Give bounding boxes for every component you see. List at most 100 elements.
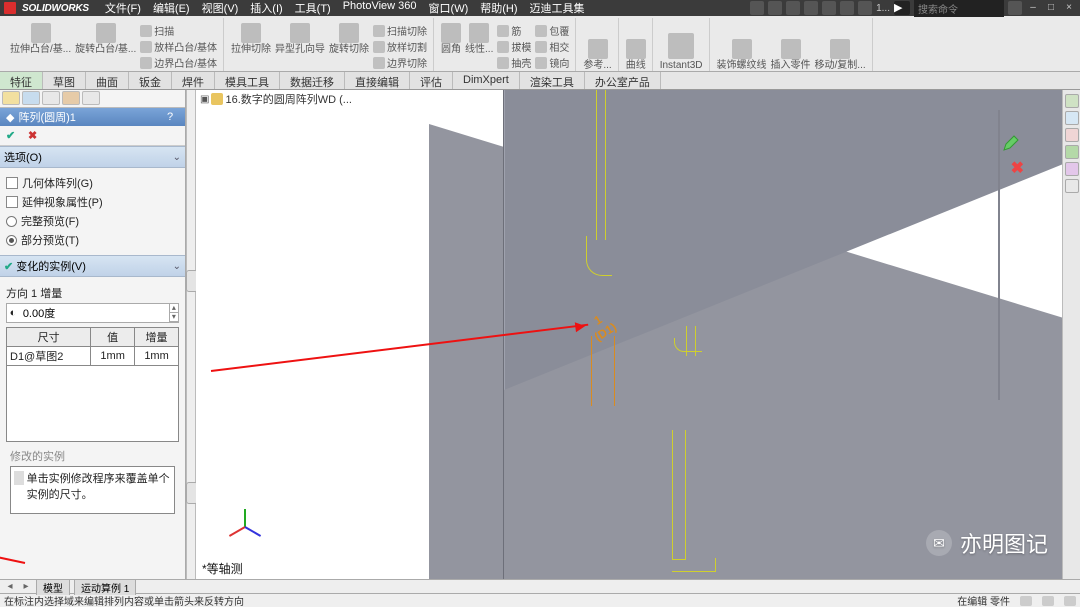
menu-help[interactable]: 帮助(H)	[476, 0, 521, 16]
tab-weldments[interactable]: 焊件	[172, 72, 215, 89]
full-preview-radio[interactable]	[6, 216, 17, 227]
tab-dimxpert[interactable]: DimXpert	[453, 72, 520, 89]
taskpane-library-icon[interactable]	[1065, 111, 1079, 125]
menu-tools[interactable]: 工具(T)	[291, 0, 335, 16]
pm-help-icon[interactable]: ?	[167, 111, 179, 123]
qat-save-icon[interactable]	[786, 1, 800, 15]
linear-pattern-icon[interactable]	[469, 23, 489, 43]
loft-button[interactable]: 放样凸台/基体	[140, 39, 217, 54]
menu-window[interactable]: 窗口(W)	[425, 0, 473, 16]
qat-open-icon[interactable]	[768, 1, 782, 15]
instant3d-icon[interactable]	[668, 33, 694, 59]
window-restore-icon[interactable]: □	[1044, 2, 1058, 14]
menu-file[interactable]: 文件(F)	[101, 0, 145, 16]
geom-pattern-checkbox[interactable]	[6, 177, 18, 189]
search-scope-icon[interactable]: ▶	[894, 1, 910, 15]
qat-new-icon[interactable]	[750, 1, 764, 15]
wrap-button[interactable]: 包覆	[535, 23, 569, 38]
mirror-button[interactable]: 镜向	[535, 55, 569, 70]
tab-sketch[interactable]: 草图	[43, 72, 86, 89]
boundary-cut-button[interactable]: 边界切除	[373, 55, 427, 70]
tab-features[interactable]: 特征	[0, 72, 43, 89]
cosmetic-thread-icon[interactable]	[732, 39, 752, 59]
dim-inc-cell[interactable]: 1mm	[135, 347, 179, 366]
draft-button[interactable]: 拔模	[497, 39, 531, 54]
feature-manager-panel: ◆阵列(圆周)1 ? ✔ ✖ 选项(O) ⌄ 几何体阵列(G) 延伸视象属性(P…	[0, 90, 186, 579]
window-close-icon[interactable]: ×	[1062, 2, 1076, 14]
tab-directedit[interactable]: 直接编辑	[345, 72, 410, 89]
sweep-cut-button[interactable]: 扫描切除	[373, 23, 427, 38]
qat-print-icon[interactable]	[804, 1, 818, 15]
qat-options-icon[interactable]	[858, 1, 872, 15]
cancel-button[interactable]: ✖	[28, 129, 42, 143]
curves-icon[interactable]	[626, 39, 646, 59]
qat-undo-icon[interactable]	[822, 1, 836, 15]
loft-cut-button[interactable]: 放样切割	[373, 39, 427, 54]
partial-preview-radio[interactable]	[6, 235, 17, 246]
qat-rebuild-icon[interactable]	[840, 1, 854, 15]
spin-down-icon[interactable]: ▾	[169, 313, 178, 322]
angle-increment-input[interactable]: ◐ ▴▾	[6, 303, 179, 323]
triad-y-axis	[244, 509, 246, 527]
menu-photoview[interactable]: PhotoView 360	[339, 0, 421, 16]
tab-office[interactable]: 办公室产品	[585, 72, 661, 89]
exit-edit-icon[interactable]: ✖	[1011, 158, 1024, 178]
tab-scroll-left-icon[interactable]: ◂	[4, 581, 16, 592]
options-section-header[interactable]: 选项(O) ⌄	[0, 146, 185, 168]
menu-maidi[interactable]: 迈迪工具集	[526, 0, 589, 16]
extrude-boss-icon[interactable]	[31, 23, 51, 43]
taskpane-properties-icon[interactable]	[1065, 179, 1079, 193]
menu-insert[interactable]: 插入(I)	[246, 0, 286, 16]
dimxpert-manager-tab-icon[interactable]	[62, 91, 80, 105]
tab-render[interactable]: 渲染工具	[520, 72, 585, 89]
collapse-icon: ⌄	[173, 152, 181, 163]
taskpane-resources-icon[interactable]	[1065, 94, 1079, 108]
intersect-button[interactable]: 相交	[535, 39, 569, 54]
status-units-icon[interactable]	[1020, 596, 1032, 606]
dim-name-cell[interactable]: D1@草图2	[7, 347, 91, 366]
tab-datamigration[interactable]: 数据迁移	[280, 72, 345, 89]
varied-section-header[interactable]: ✔变化的实例(V) ⌄	[0, 255, 185, 277]
menu-edit[interactable]: 编辑(E)	[149, 0, 194, 16]
extend-visual-label: 延伸视象属性(P)	[22, 194, 103, 210]
boundary-button[interactable]: 边界凸台/基体	[140, 55, 217, 70]
property-manager-tab-icon[interactable]	[22, 91, 40, 105]
revolve-boss-icon[interactable]	[96, 23, 116, 43]
ok-button[interactable]: ✔	[6, 129, 20, 143]
extend-visual-checkbox[interactable]	[6, 196, 18, 208]
status-rebuild-icon[interactable]	[1064, 596, 1076, 606]
config-manager-tab-icon[interactable]	[42, 91, 60, 105]
dim-val-cell[interactable]: 1mm	[91, 347, 135, 366]
display-manager-tab-icon[interactable]	[82, 91, 100, 105]
tab-sheetmetal[interactable]: 钣金	[129, 72, 172, 89]
taskpane-view-palette-icon[interactable]	[1065, 145, 1079, 159]
panel-splitter[interactable]	[186, 90, 196, 579]
menu-view[interactable]: 视图(V)	[198, 0, 243, 16]
taskpane-explorer-icon[interactable]	[1065, 128, 1079, 142]
insert-part-icon[interactable]	[781, 39, 801, 59]
help-icon[interactable]	[1008, 1, 1022, 15]
tab-evaluate[interactable]: 评估	[410, 72, 453, 89]
status-custom-icon[interactable]	[1042, 596, 1054, 606]
graphics-area[interactable]: ⊞ ❐ – □ × ▣ 16.数字的圆周阵列WD (...	[196, 90, 1062, 579]
extrude-cut-icon[interactable]	[241, 23, 261, 43]
sweep-button[interactable]: 扫描	[140, 23, 174, 38]
reference-geom-icon[interactable]	[588, 39, 608, 59]
feature-tree-tab-icon[interactable]	[2, 91, 20, 105]
move-copy-icon[interactable]	[830, 39, 850, 59]
modified-instances-box[interactable]: 单击实例修改程序来覆盖单个实例的尺寸。	[10, 466, 175, 514]
hole-wizard-icon[interactable]	[290, 23, 310, 43]
revolve-cut-icon[interactable]	[339, 23, 359, 43]
window-minimize-icon[interactable]: –	[1026, 2, 1040, 14]
tab-moldtools[interactable]: 模具工具	[215, 72, 280, 89]
fillet-icon[interactable]	[441, 23, 461, 43]
shell-button[interactable]: 抽壳	[497, 55, 531, 70]
tab-scroll-right-icon[interactable]: ▸	[20, 581, 32, 592]
taskpane-appearances-icon[interactable]	[1065, 162, 1079, 176]
tab-surface[interactable]: 曲面	[86, 72, 129, 89]
cosmetic-thread-label: 装饰螺纹线	[717, 61, 767, 72]
angle-value-field[interactable]	[19, 307, 169, 319]
rib-button[interactable]: 筋	[497, 23, 521, 38]
status-edit-mode: 在编辑 零件	[957, 593, 1010, 608]
command-search-input[interactable]: 搜索命令	[914, 0, 1004, 17]
